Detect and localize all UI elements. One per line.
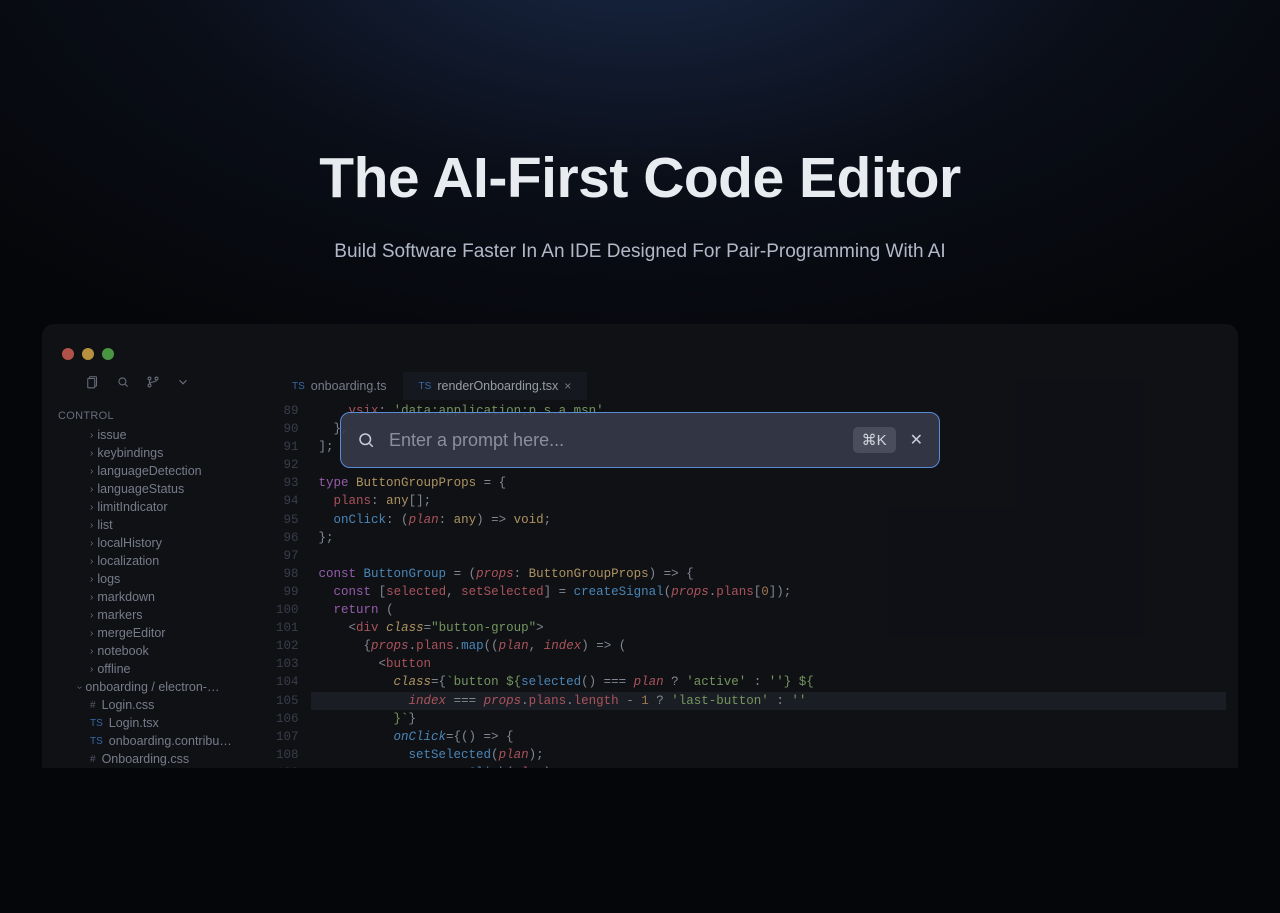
chevron-icon: › [90,484,93,495]
ts-file-icon: TS [90,736,103,747]
close-icon[interactable]: × [564,379,571,393]
item-label: languageStatus [97,482,184,496]
item-label: markers [97,608,142,622]
item-label: localization [97,554,159,568]
branch-icon[interactable] [146,375,160,392]
editor-tabs: TS onboarding.ts TS renderOnboarding.tsx × [276,372,587,400]
folder-item[interactable]: ›onboarding / electron-… [56,678,266,696]
folder-item[interactable]: › markdown [56,588,266,606]
folder-item[interactable]: › localHistory [56,534,266,552]
folder-item[interactable]: › localization [56,552,266,570]
item-label: notebook [97,644,148,658]
item-label: languageDetection [97,464,201,478]
folder-item[interactable]: › limitIndicator [56,498,266,516]
min-dot-icon[interactable] [82,348,94,360]
chevron-icon: › [90,466,93,477]
prompt-bar[interactable]: ⌘K ✕ [340,412,940,468]
chevron-icon: › [90,574,93,585]
editor-tab[interactable]: TS onboarding.ts [276,372,403,400]
shortcut-badge: ⌘K [853,427,896,453]
folder-item[interactable]: › keybindings [56,444,266,462]
chevron-icon: › [90,448,93,459]
line-gutter: 8990919293949596979899100101102103104105… [276,402,311,768]
file-explorer: CONTROL › issue › keybindings › languageDetec… [56,369,266,768]
chevron-icon: › [90,430,93,441]
folder-item[interactable]: › languageDetection [56,462,266,480]
item-label: markdown [97,590,155,604]
chevron-icon: › [90,556,93,567]
folder-item[interactable]: › offline [56,660,266,678]
item-label: Login.css [102,698,155,712]
chevron-icon: › [90,664,93,675]
ts-file-icon: TS [90,718,103,729]
item-label: keybindings [97,446,163,460]
chevron-icon: › [90,520,93,531]
search-icon[interactable] [116,375,130,392]
hero-title: The AI-First Code Editor [0,145,1280,211]
item-label: logs [97,572,120,586]
item-label: localHistory [97,536,162,550]
file-item[interactable]: TS Login.tsx [56,714,266,732]
file-item[interactable]: TS onboarding.contribu… [56,732,266,750]
css-file-icon: # [90,700,96,711]
chevron-icon: › [90,502,93,513]
item-label: limitIndicator [97,500,167,514]
file-item[interactable]: # Login.css [56,696,266,714]
item-label: issue [97,428,126,442]
close-dot-icon[interactable] [62,348,74,360]
css-file-icon: # [90,754,96,765]
folder-item[interactable]: › markers [56,606,266,624]
chevron-icon: › [90,628,93,639]
item-label: onboarding.contribu… [109,734,232,748]
close-icon[interactable]: ✕ [910,430,923,450]
window-traffic-lights [62,348,114,360]
chevron-icon: › [90,646,93,657]
max-dot-icon[interactable] [102,348,114,360]
hero-subtitle: Build Software Faster In An IDE Designed… [0,241,1280,263]
tab-label: onboarding.ts [311,379,387,393]
item-label: mergeEditor [97,626,165,640]
files-icon[interactable] [86,375,100,392]
prompt-input[interactable] [389,430,839,451]
file-item[interactable]: # Onboarding.css [56,750,266,768]
item-label: Onboarding.css [102,752,190,766]
ts-file-icon: TS [292,381,305,392]
editor-tab[interactable]: TS renderOnboarding.tsx × [403,372,588,400]
editor-window: CONTROL › issue › keybindings › languageDetec… [42,324,1238,768]
sidebar-section-title: CONTROL [56,402,266,426]
chevron-down-icon[interactable] [176,375,190,392]
tab-label: renderOnboarding.tsx [437,379,558,393]
item-label: list [97,518,112,532]
item-label: offline [97,662,130,676]
folder-item[interactable]: › list [56,516,266,534]
chevron-icon: › [90,538,93,549]
folder-item[interactable]: › languageStatus [56,480,266,498]
chevron-icon: › [90,592,93,603]
search-icon [357,431,375,449]
item-label: onboarding / electron-… [85,680,219,694]
folder-item[interactable]: › mergeEditor [56,624,266,642]
ts-file-icon: TS [419,381,432,392]
chevron-icon: › [90,610,93,621]
item-label: Login.tsx [109,716,159,730]
folder-item[interactable]: › notebook [56,642,266,660]
folder-item[interactable]: › issue [56,426,266,444]
folder-item[interactable]: › logs [56,570,266,588]
chevron-icon: › [74,685,85,688]
